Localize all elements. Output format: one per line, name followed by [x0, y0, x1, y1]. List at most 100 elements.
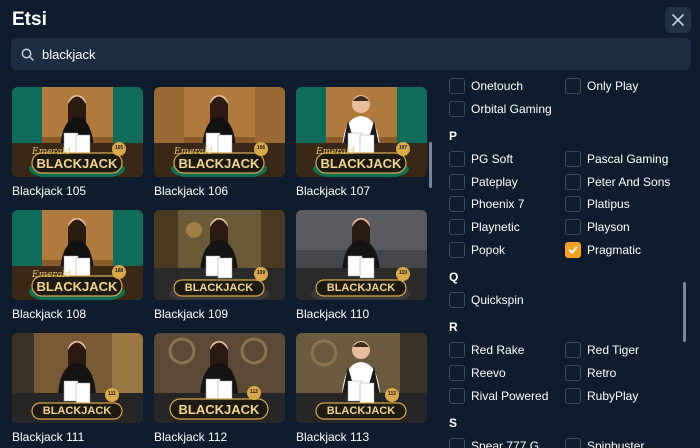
game-title[interactable]: Blackjack 110 [296, 307, 427, 321]
game-logo: BLACKJACK [42, 405, 112, 417]
provider-filter[interactable]: Red Tiger [565, 341, 639, 359]
checkbox[interactable] [449, 365, 465, 381]
filters-scrollbar[interactable] [683, 282, 686, 342]
checkbox[interactable] [449, 151, 465, 167]
game-badge: 107 [398, 145, 408, 151]
section-letter: R [449, 320, 458, 334]
game-tile[interactable]: BLACKJACK 112 Blackjack 112 [154, 333, 285, 444]
checkbox[interactable] [449, 292, 465, 308]
checkbox[interactable] [449, 388, 465, 404]
provider-filter[interactable]: Spinbuster [565, 437, 644, 448]
provider-filter[interactable]: Peter And Sons [565, 173, 670, 191]
provider-filter[interactable]: Pateplay [449, 173, 518, 191]
game-tile[interactable]: Emerald BLACKJACK 108 Blackjack 108 [12, 210, 143, 321]
game-grid: Emerald BLACKJACK 105 Blackjack 105 Emer… [12, 87, 432, 448]
game-thumbnail[interactable]: Emerald BLACKJACK 105 [12, 87, 143, 177]
game-title[interactable]: Blackjack 107 [296, 184, 427, 198]
provider-filter[interactable]: Onetouch [449, 77, 523, 95]
game-badge: 113 [387, 391, 397, 397]
game-logo: BLACKJACK [178, 402, 260, 417]
provider-filter[interactable]: RubyPlay [565, 387, 638, 405]
section-letter: P [449, 129, 458, 143]
game-tile[interactable]: Emerald BLACKJACK 106 Blackjack 106 [154, 87, 285, 198]
provider-filter[interactable]: Phoenix 7 [449, 195, 524, 213]
checkbox[interactable] [565, 438, 581, 448]
game-logo: BLACKJACK [320, 156, 402, 171]
provider-filter[interactable]: PG Soft [449, 150, 513, 168]
game-title[interactable]: Blackjack 106 [154, 184, 285, 198]
provider-filter-list: Onetouch Only Play Orbital Gaming P PG S… [449, 0, 681, 448]
search-icon [21, 48, 34, 61]
game-tile[interactable]: BLACKJACK 111 Blackjack 111 [12, 333, 143, 444]
game-title[interactable]: Blackjack 108 [12, 307, 143, 321]
game-badge: 111 [108, 391, 116, 397]
game-tile[interactable]: Emerald BLACKJACK 105 Blackjack 105 [12, 87, 143, 198]
game-thumbnail[interactable]: BLACKJACK 113 [296, 333, 427, 423]
game-title[interactable]: Blackjack 109 [154, 307, 285, 321]
provider-filter[interactable]: Orbital Gaming [449, 100, 552, 118]
game-badge: 109 [256, 270, 266, 276]
checkbox[interactable] [565, 219, 581, 235]
game-title[interactable]: Blackjack 105 [12, 184, 143, 198]
section-letter: S [449, 416, 458, 430]
game-title[interactable]: Blackjack 111 [12, 430, 143, 444]
game-tile[interactable]: BLACKJACK 110 Blackjack 110 [296, 210, 427, 321]
game-logo: BLACKJACK [36, 279, 118, 294]
checkbox[interactable] [449, 196, 465, 212]
provider-filter[interactable]: Playnetic [449, 218, 520, 236]
game-badge: 108 [114, 268, 124, 274]
game-thumbnail[interactable]: BLACKJACK 110 [296, 210, 427, 300]
provider-filter[interactable]: Reevo [449, 364, 506, 382]
games-scrollbar[interactable] [429, 142, 432, 188]
checkbox[interactable] [565, 151, 581, 167]
game-title[interactable]: Blackjack 113 [296, 430, 427, 444]
checkbox[interactable] [449, 101, 465, 117]
game-thumbnail[interactable]: Emerald BLACKJACK 106 [154, 87, 285, 177]
section-letter: Q [449, 270, 459, 284]
checkbox[interactable] [565, 365, 581, 381]
checkbox[interactable] [449, 438, 465, 448]
game-tile[interactable]: Emerald BLACKJACK 107 Blackjack 107 [296, 87, 427, 198]
checkbox[interactable] [449, 78, 465, 94]
checkbox[interactable] [565, 342, 581, 358]
checkbox[interactable] [449, 219, 465, 235]
provider-filter[interactable]: Playson [565, 218, 630, 236]
checkbox[interactable] [449, 174, 465, 190]
checkbox[interactable] [565, 78, 581, 94]
game-logo: BLACKJACK [326, 282, 396, 294]
game-badge: 106 [256, 145, 266, 151]
provider-filter[interactable]: Quickspin [449, 291, 524, 309]
game-thumbnail[interactable]: BLACKJACK 111 [12, 333, 143, 423]
game-badge: 112 [249, 389, 259, 395]
game-logo: BLACKJACK [184, 282, 254, 294]
provider-filter[interactable]: Only Play [565, 77, 638, 95]
checkbox-checked[interactable] [565, 242, 581, 258]
game-badge: 105 [114, 145, 124, 151]
provider-filter[interactable]: Retro [565, 364, 616, 382]
provider-filter[interactable]: Spear 777 G [449, 437, 539, 448]
provider-filter[interactable]: Platipus [565, 195, 630, 213]
checkbox[interactable] [565, 196, 581, 212]
provider-filter[interactable]: Rival Powered [449, 387, 548, 405]
search-input[interactable]: blackjack [42, 47, 95, 62]
provider-filter-checked[interactable]: Pragmatic [565, 241, 641, 259]
game-logo: BLACKJACK [36, 156, 118, 171]
game-tile[interactable]: BLACKJACK 113 Blackjack 113 [296, 333, 427, 444]
provider-filter[interactable]: Popok [449, 241, 505, 259]
game-thumbnail[interactable]: Emerald BLACKJACK 108 [12, 210, 143, 300]
game-thumbnail[interactable]: BLACKJACK 112 [154, 333, 285, 423]
checkbox[interactable] [565, 174, 581, 190]
game-title[interactable]: Blackjack 112 [154, 430, 285, 444]
provider-filter[interactable]: Red Rake [449, 341, 524, 359]
game-logo: BLACKJACK [326, 405, 396, 417]
page-title: Etsi [12, 9, 47, 30]
game-thumbnail[interactable]: BLACKJACK 109 [154, 210, 285, 300]
checkbox[interactable] [565, 388, 581, 404]
provider-filter[interactable]: Pascal Gaming [565, 150, 668, 168]
checkbox[interactable] [449, 342, 465, 358]
checkbox[interactable] [449, 242, 465, 258]
game-badge: 110 [398, 270, 408, 276]
game-tile[interactable]: BLACKJACK 109 Blackjack 109 [154, 210, 285, 321]
game-thumbnail[interactable]: Emerald BLACKJACK 107 [296, 87, 427, 177]
game-logo: BLACKJACK [178, 156, 260, 171]
